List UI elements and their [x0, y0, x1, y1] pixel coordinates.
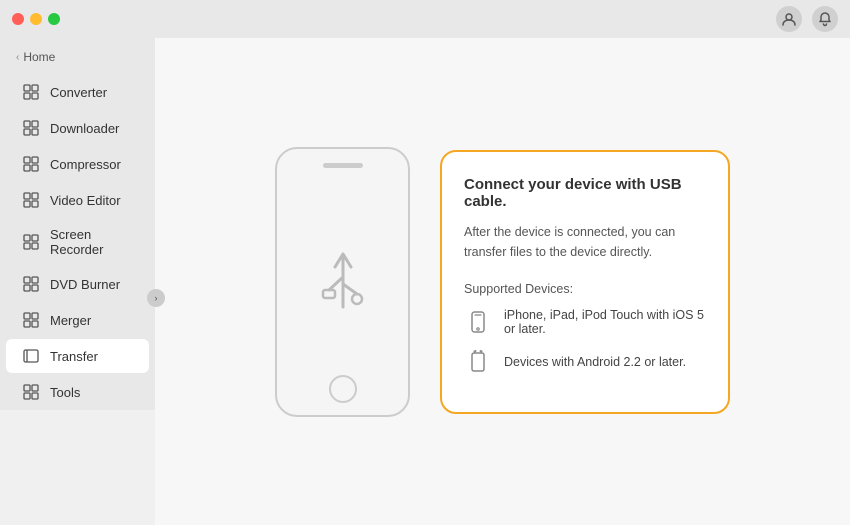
- info-title: Connect your device with USB cable.: [464, 176, 706, 210]
- supported-devices-label: Supported Devices:: [464, 282, 706, 296]
- apple-device-row: iPhone, iPad, iPod Touch with iOS 5 or l…: [464, 308, 706, 336]
- transfer-container: Connect your device with USB cable. Afte…: [275, 147, 730, 417]
- merger-label: Merger: [50, 313, 91, 328]
- traffic-lights: [12, 13, 60, 25]
- sidebar-item-dvd-burner[interactable]: DVD Burner: [6, 267, 149, 301]
- compressor-icon: [22, 155, 40, 173]
- apple-device-text: iPhone, iPad, iPod Touch with iOS 5 or l…: [504, 308, 706, 336]
- screen-recorder-icon: [22, 233, 40, 251]
- sidebar-wrapper: ‹ Home Converter: [0, 38, 155, 525]
- downloader-label: Downloader: [50, 121, 119, 136]
- sidebar-item-tools[interactable]: Tools: [6, 375, 149, 409]
- usb-symbol: [313, 242, 373, 322]
- sidebar-item-merger[interactable]: Merger: [6, 303, 149, 337]
- sidebar-item-transfer[interactable]: Transfer: [6, 339, 149, 373]
- dvd-burner-label: DVD Burner: [50, 277, 120, 292]
- dvd-burner-icon: [22, 275, 40, 293]
- info-description: After the device is connected, you can t…: [464, 222, 706, 262]
- close-button[interactable]: [12, 13, 24, 25]
- info-panel: Connect your device with USB cable. Afte…: [440, 150, 730, 414]
- tools-icon: [22, 383, 40, 401]
- screen-recorder-label: Screen Recorder: [50, 227, 137, 257]
- chevron-icon: ‹: [16, 52, 19, 63]
- collapse-sidebar-button[interactable]: ›: [147, 289, 165, 307]
- converter-label: Converter: [50, 85, 107, 100]
- phone-speaker: [323, 163, 363, 168]
- android-device-row: Devices with Android 2.2 or later.: [464, 348, 706, 376]
- sidebar-home[interactable]: ‹ Home: [0, 42, 155, 74]
- sidebar-item-converter[interactable]: Converter: [6, 75, 149, 109]
- app-body: ‹ Home Converter: [0, 38, 850, 525]
- maximize-button[interactable]: [48, 13, 60, 25]
- video-editor-label: Video Editor: [50, 193, 121, 208]
- minimize-button[interactable]: [30, 13, 42, 25]
- apple-device-icon: [464, 308, 492, 336]
- android-device-icon: [464, 348, 492, 376]
- sidebar-item-downloader[interactable]: Downloader: [6, 111, 149, 145]
- main-content: Connect your device with USB cable. Afte…: [155, 38, 850, 525]
- home-label: Home: [23, 50, 55, 64]
- sidebar-item-screen-recorder[interactable]: Screen Recorder: [6, 219, 149, 265]
- merger-icon: [22, 311, 40, 329]
- tools-label: Tools: [50, 385, 80, 400]
- sidebar-item-video-editor[interactable]: Video Editor: [6, 183, 149, 217]
- user-icon[interactable]: [776, 6, 802, 32]
- converter-icon: [22, 83, 40, 101]
- downloader-icon: [22, 119, 40, 137]
- android-device-text: Devices with Android 2.2 or later.: [504, 355, 686, 369]
- sidebar-item-compressor[interactable]: Compressor: [6, 147, 149, 181]
- transfer-icon: [22, 347, 40, 365]
- notification-icon[interactable]: [812, 6, 838, 32]
- video-editor-icon: [22, 191, 40, 209]
- compressor-label: Compressor: [50, 157, 121, 172]
- titlebar-icons: [776, 6, 838, 32]
- titlebar: [0, 0, 850, 38]
- phone-home-button: [329, 375, 357, 403]
- phone-illustration: [275, 147, 410, 417]
- sidebar: ‹ Home Converter: [0, 38, 155, 410]
- transfer-label: Transfer: [50, 349, 98, 364]
